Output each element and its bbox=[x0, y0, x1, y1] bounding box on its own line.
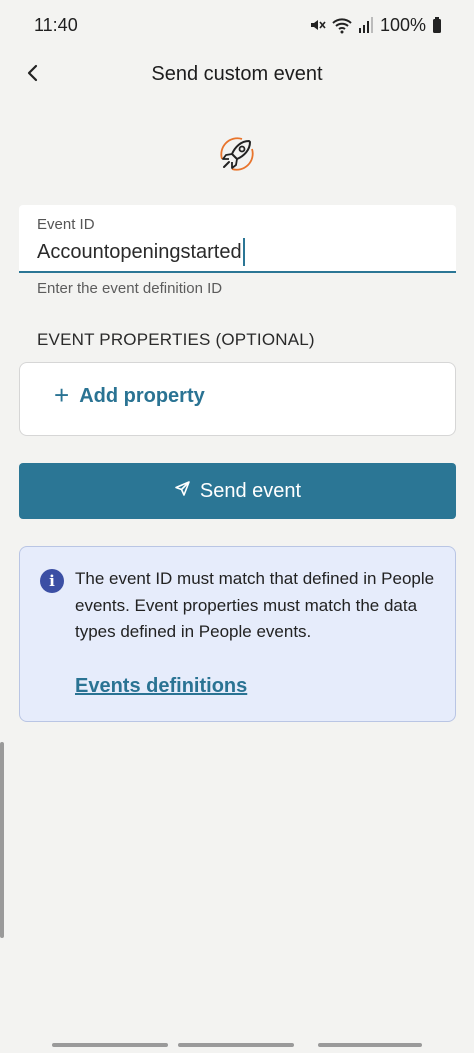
wifi-icon bbox=[332, 16, 352, 34]
event-id-helper: Enter the event definition ID bbox=[37, 280, 223, 297]
status-icons: 100% bbox=[308, 15, 442, 36]
event-id-value: Accountopeningstarted bbox=[37, 240, 242, 263]
battery-icon bbox=[432, 16, 442, 34]
send-icon bbox=[174, 480, 191, 503]
rocket-icon bbox=[216, 133, 258, 175]
page-title: Send custom event bbox=[151, 63, 323, 85]
events-definitions-link[interactable]: Events definitions bbox=[75, 675, 247, 698]
properties-card: + Add property bbox=[19, 362, 456, 436]
nav-recents-pill[interactable] bbox=[52, 1043, 168, 1047]
status-time: 11:40 bbox=[34, 14, 78, 35]
mute-icon bbox=[308, 16, 326, 34]
plus-icon: + bbox=[54, 380, 70, 410]
app-bar: Send custom event bbox=[0, 52, 474, 98]
text-caret bbox=[242, 238, 245, 266]
info-text: The event ID must match that defined in … bbox=[75, 569, 435, 641]
info-box: i The event ID must match that defined i… bbox=[19, 546, 456, 722]
screen: 11:40 100% Send custom event Event ID Ac… bbox=[0, 0, 474, 1053]
event-id-label: Event ID bbox=[37, 216, 95, 233]
send-event-button[interactable]: Send event bbox=[19, 463, 456, 519]
event-id-input[interactable]: Accountopeningstarted bbox=[37, 238, 245, 266]
battery-level: 100% bbox=[379, 14, 426, 35]
info-icon: i bbox=[40, 569, 64, 593]
event-id-field[interactable]: Event ID Accountopeningstarted bbox=[19, 205, 456, 273]
nav-back-pill[interactable] bbox=[318, 1043, 422, 1047]
send-event-label: Send event bbox=[199, 479, 302, 502]
status-bar: 11:40 100% bbox=[0, 0, 474, 50]
add-property-button[interactable]: + Add property bbox=[54, 380, 205, 410]
nav-home-pill[interactable] bbox=[178, 1043, 294, 1047]
add-property-label: Add property bbox=[79, 385, 205, 407]
scrollbar[interactable] bbox=[0, 742, 4, 938]
signal-icon bbox=[358, 16, 374, 34]
event-properties-label: EVENT PROPERTIES (OPTIONAL) bbox=[37, 330, 315, 349]
